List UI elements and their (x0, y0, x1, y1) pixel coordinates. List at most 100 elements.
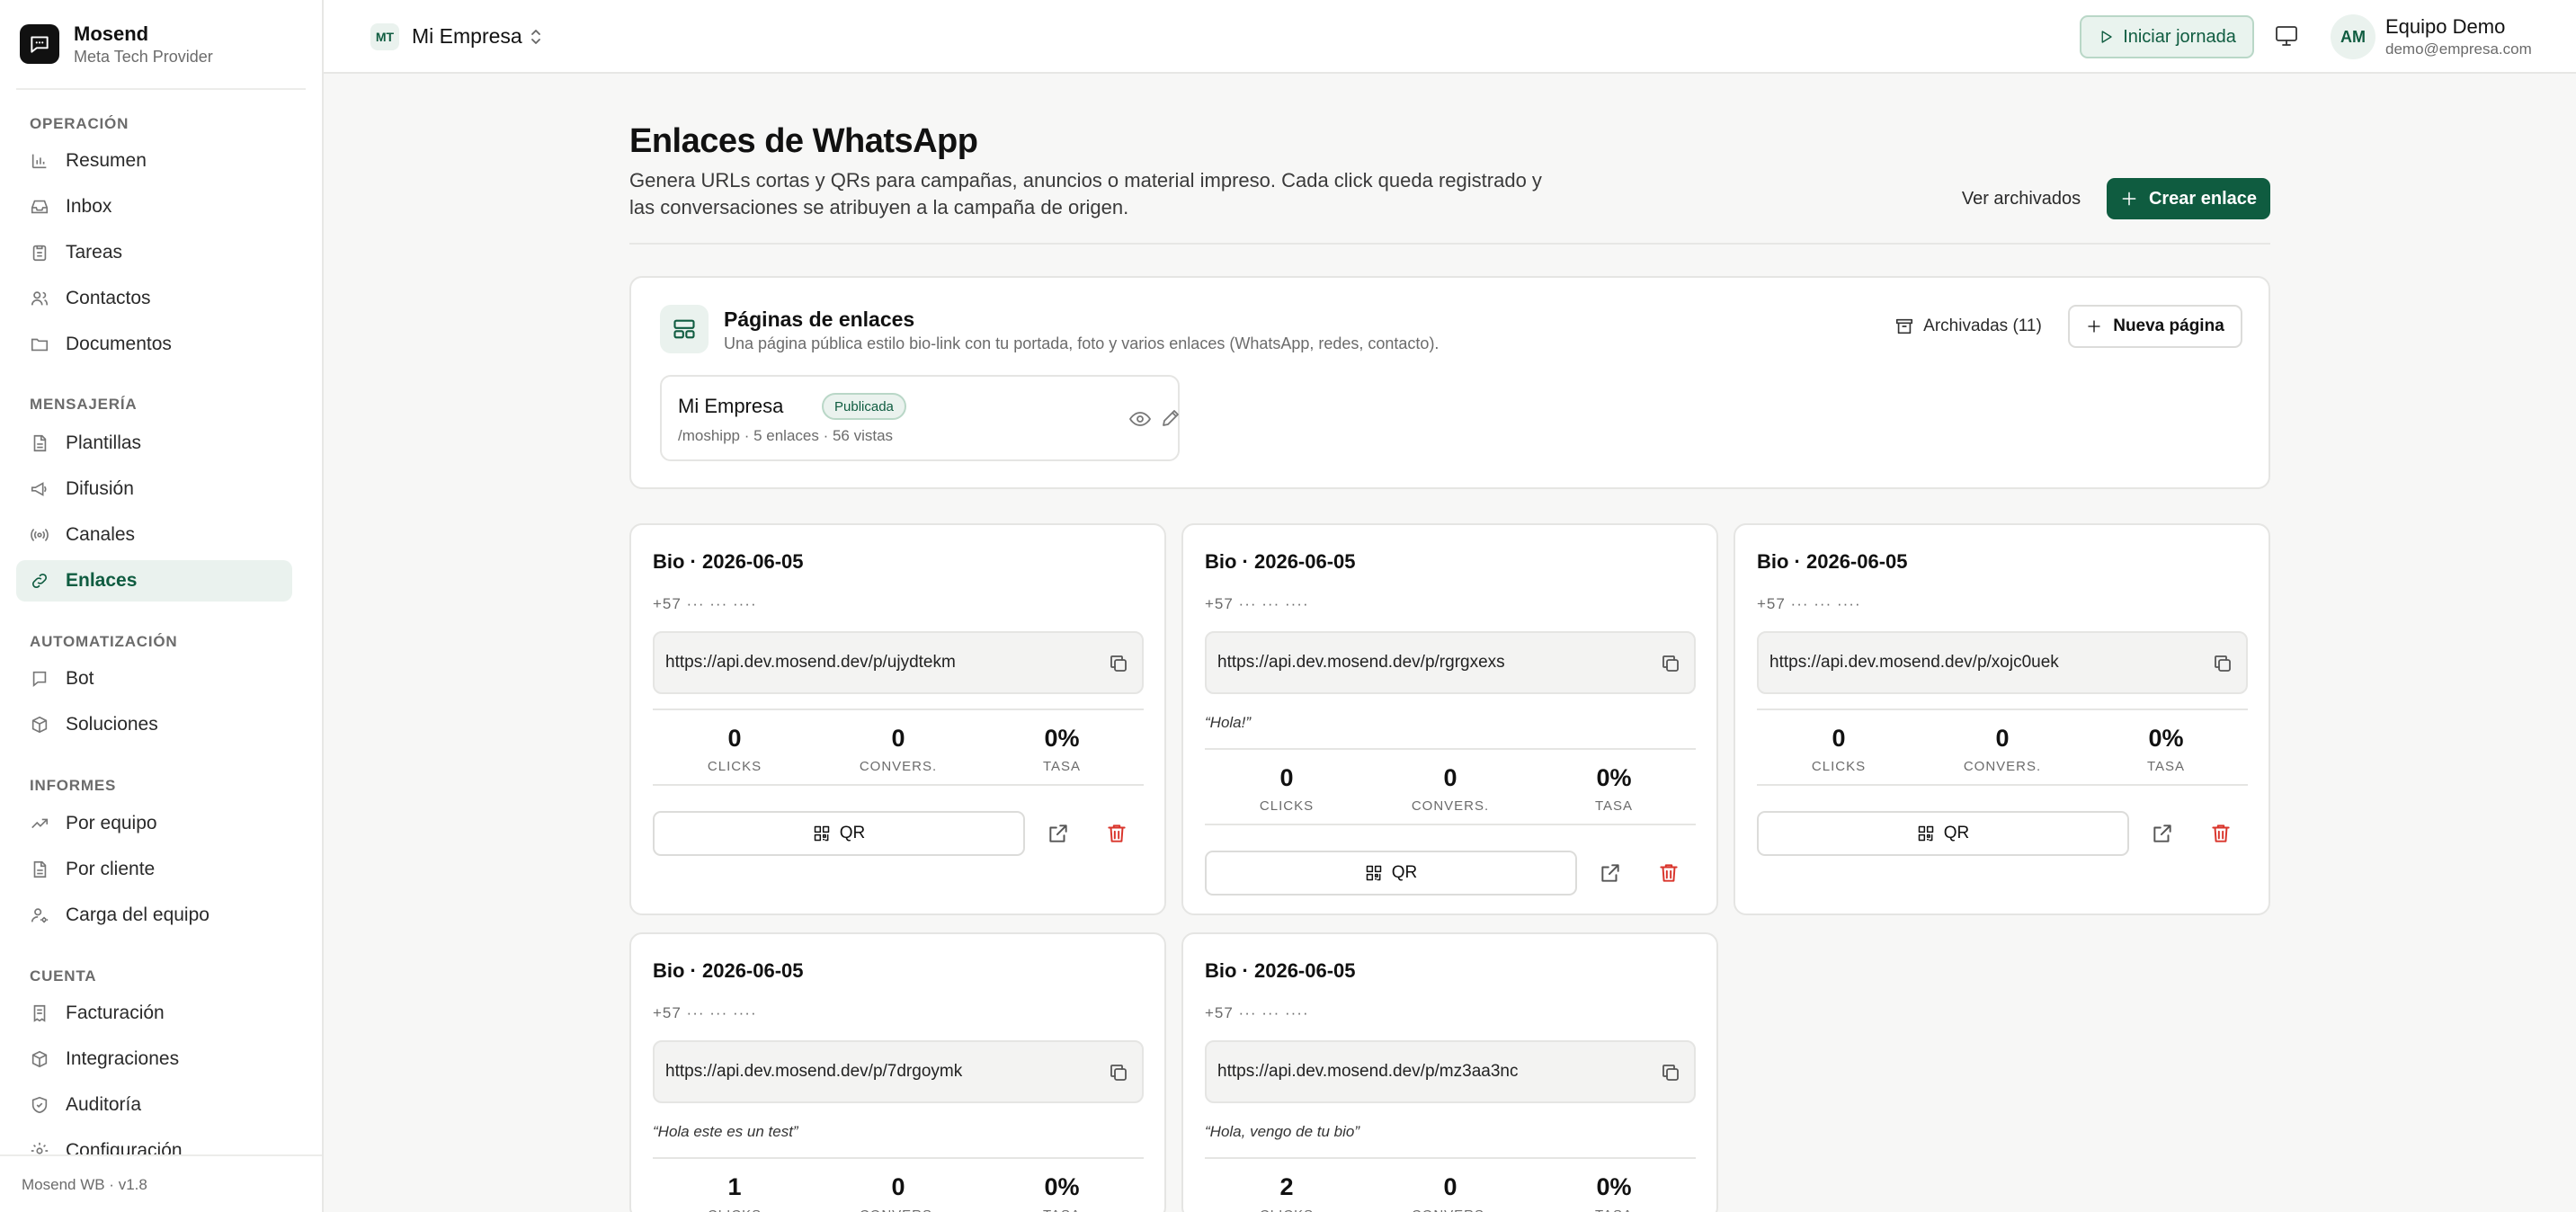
user-name[interactable]: Equipo Demo (2385, 15, 2505, 39)
link-phone: +57 ··· ··· ···· (1205, 1004, 1309, 1021)
sidebar-item-label: Canales (66, 524, 136, 545)
sidebar-item-label: Soluciones (66, 714, 158, 735)
sidebar-item-label: Bot (66, 668, 94, 689)
external-link-icon[interactable] (1599, 861, 1622, 885)
receipt-icon (33, 1004, 46, 1022)
workspace-avatar[interactable]: MT (370, 23, 399, 50)
sidebar-item-soluciones[interactable]: Soluciones (16, 704, 292, 745)
sidebar-item-facturacion[interactable]: Facturación (16, 993, 292, 1034)
link-url: https://api.dev.mosend.dev/p/ujydtekm (665, 653, 956, 672)
link-card: Bio · 2026-06-05 +57 ··· ··· ···· https:… (1181, 932, 1718, 1212)
sidebar-item-label: Documentos (66, 334, 172, 354)
link-url-field: https://api.dev.mosend.dev/p/rgrgxexs (1205, 631, 1696, 694)
link-url: https://api.dev.mosend.dev/p/xojc0uek (1769, 653, 2059, 672)
stat-convers: 0 CONVERS. (816, 710, 980, 784)
brand-logo-icon (20, 24, 59, 64)
stat-label: CONVERS. (859, 759, 938, 774)
sidebar-item-integraciones[interactable]: Integraciones (16, 1038, 292, 1080)
stat-label: TASA (2146, 759, 2186, 774)
sidebar-item-plantillas[interactable]: Plantillas (16, 423, 292, 464)
link-phone: +57 ··· ··· ···· (1757, 595, 1861, 612)
new-page-label: Nueva página (2113, 316, 2224, 335)
monitor-icon[interactable] (2275, 25, 2298, 47)
brand[interactable]: Mosend Meta Tech Provider (20, 22, 213, 67)
app-version: Mosend WB · v1.8 (0, 1154, 322, 1212)
qr-button[interactable]: QR (1757, 811, 2129, 856)
sidebar-item-canales[interactable]: Canales (16, 514, 292, 556)
eye-icon[interactable] (1129, 409, 1151, 429)
sidebar-item-por-cliente[interactable]: Por cliente (16, 849, 292, 890)
sidebar: Mosend Meta Tech Provider Operación Resu… (0, 0, 324, 1212)
sidebar-item-documentos[interactable]: Documentos (16, 324, 292, 365)
plug-icon (31, 1050, 48, 1068)
link-title: Bio · 2026-06-05 (653, 550, 804, 573)
box-icon (31, 716, 48, 734)
header-divider (629, 243, 2270, 245)
plus-icon (2088, 320, 2100, 333)
sidebar-item-carga-del-equipo[interactable]: Carga del equipo (16, 895, 292, 936)
pencil-icon[interactable] (1160, 407, 1181, 429)
qr-button[interactable]: QR (653, 811, 1025, 856)
sidebar-section-mensajeria: Mensajería (30, 396, 138, 413)
stat-label: CONVERS. (1963, 759, 2042, 774)
user-gear-icon (31, 908, 49, 923)
sidebar-section-operacion: Operación (30, 115, 129, 132)
stat-value: 0% (2148, 725, 2184, 752)
trash-icon[interactable] (2209, 822, 2233, 845)
stat-label: CONVERS. (1368, 1208, 1532, 1212)
new-page-button[interactable]: Nueva página (2068, 305, 2242, 348)
users-icon (31, 291, 49, 306)
stat-value: 0 (1443, 1173, 1457, 1200)
stat-value: 0% (1596, 764, 1632, 791)
copy-icon[interactable] (1108, 1062, 1129, 1083)
stat-label: CLICKS (1811, 759, 1867, 774)
archived-pages-button[interactable]: Archivadas (11) (1886, 305, 2050, 348)
start-day-button[interactable]: Iniciar jornada (2080, 15, 2254, 58)
sidebar-item-label: Inbox (66, 196, 112, 217)
copy-icon[interactable] (1660, 1062, 1681, 1083)
sidebar-item-contactos[interactable]: Contactos (16, 278, 292, 319)
sidebar-item-inbox[interactable]: Inbox (16, 186, 292, 227)
sidebar-item-auditoria[interactable]: Auditoría (16, 1084, 292, 1126)
sidebar-item-label: Por cliente (66, 859, 156, 879)
external-link-icon[interactable] (2151, 822, 2174, 845)
link-phone: +57 ··· ··· ···· (653, 1004, 757, 1021)
trash-icon[interactable] (1105, 822, 1128, 845)
link-phone: +57 ··· ··· ···· (653, 595, 757, 612)
link-pages-panel: Páginas de enlaces Una página pública es… (629, 276, 2270, 489)
stat-convers: 0 CONVERS. (1368, 1159, 1532, 1212)
qr-button[interactable]: QR (1205, 851, 1577, 896)
qr-code-icon (1918, 825, 1933, 842)
external-link-icon[interactable] (1047, 822, 1070, 845)
user-avatar[interactable]: AM (2331, 14, 2375, 59)
sidebar-item-enlaces[interactable]: Enlaces (16, 560, 292, 602)
copy-icon[interactable] (2212, 653, 2233, 674)
stat-label: CLICKS (653, 1208, 816, 1212)
chevron-updown-icon[interactable] (527, 27, 545, 47)
workspace-name[interactable]: Mi Empresa (412, 24, 522, 49)
trash-icon[interactable] (1657, 861, 1680, 885)
bio-page-name: Mi Empresa (678, 395, 784, 417)
sidebar-item-por-equipo[interactable]: Por equipo (16, 803, 292, 844)
create-link-button[interactable]: Crear enlace (2107, 178, 2270, 219)
sidebar-item-label: Resumen (66, 150, 147, 171)
sidebar-item-label: Tareas (66, 242, 123, 263)
link-title: Bio · 2026-06-05 (1205, 550, 1356, 573)
sidebar-item-resumen[interactable]: Resumen (16, 140, 292, 182)
view-archived-button[interactable]: Ver archivados (1951, 178, 2091, 219)
brand-subtitle: Meta Tech Provider (74, 48, 213, 66)
sidebar-item-bot[interactable]: Bot (16, 658, 292, 700)
link-title: Bio · 2026-06-05 (1205, 959, 1356, 982)
sidebar-item-difusion[interactable]: Difusión (16, 468, 292, 510)
panel-subtitle: Una página pública estilo bio-link con t… (724, 334, 1440, 352)
bio-page-card[interactable]: Mi Empresa Publicada /moshipp · 5 enlace… (660, 375, 1180, 461)
copy-icon[interactable] (1108, 653, 1129, 674)
stat-value: 0% (1044, 725, 1080, 752)
copy-icon[interactable] (1660, 653, 1681, 674)
link-stats: 2 CLICKS 0 CONVERS. 0% TASA (1205, 1157, 1696, 1212)
link-title: Bio · 2026-06-05 (1757, 550, 1908, 573)
clipboard-icon (32, 245, 47, 262)
sidebar-item-tareas[interactable]: Tareas (16, 232, 292, 273)
sidebar-section-cuenta: Cuenta (30, 967, 97, 985)
topbar: MT Mi Empresa Iniciar jornada AM Equipo … (324, 0, 2576, 74)
